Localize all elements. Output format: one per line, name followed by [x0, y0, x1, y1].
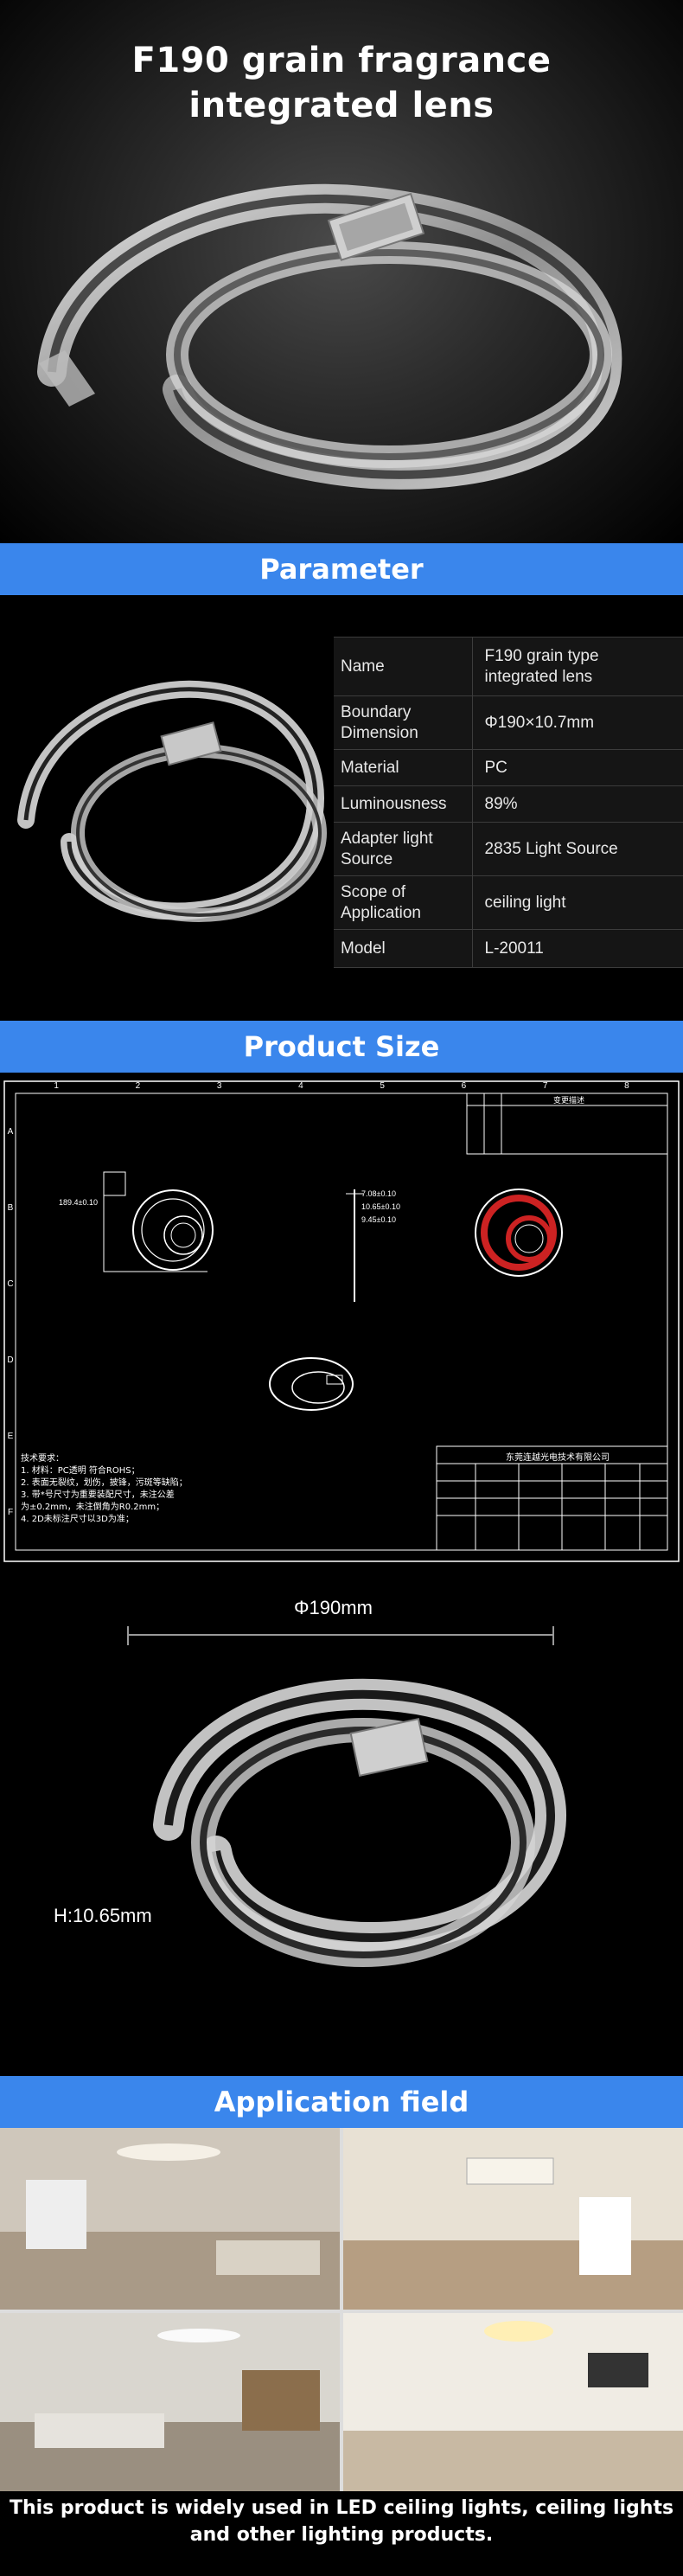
ruler-letter: C: [7, 1278, 14, 1289]
hero-banner: F190 grain fragrance integrated lens: [0, 0, 683, 543]
lens-hero-image: [37, 183, 622, 490]
footer-line-1: This product is widely used in LED ceili…: [9, 2497, 674, 2519]
section-title-parameter: Parameter: [0, 543, 683, 595]
parameter-section: Name F190 grain type integrated lens Bou…: [0, 595, 683, 1021]
ruler-letter: D: [7, 1355, 14, 1365]
note-line: 2. 表面无裂纹，划伤，披锋，污斑等缺陷；: [21, 1478, 188, 1488]
ruler-number: 2: [135, 1081, 141, 1091]
dim-h3-label: 9.45±0.10: [361, 1215, 396, 1224]
ruler-number: 7: [542, 1081, 548, 1091]
param-value: Φ190×10.7mm: [472, 695, 683, 750]
diameter-label: Φ190mm: [294, 1597, 373, 1618]
param-value: ceiling light: [472, 875, 683, 930]
param-row-scope: Scope of Application ceiling light: [334, 875, 683, 930]
photo-living-room: [0, 2128, 340, 2310]
company-name: 东莞连越光电技术有限公司: [506, 1453, 610, 1463]
ruler-number: 1: [54, 1081, 59, 1091]
note-line: 4. 2D未标注尺寸以3D为准；: [21, 1515, 134, 1524]
application-photos: [0, 2128, 683, 2491]
product-page: { "hero": { "title_line1": "F190 grain f…: [0, 0, 683, 2576]
ruler-number: 6: [461, 1081, 467, 1091]
drawing-top-ruler: 1 2 3 4 5 6 7 8: [16, 1081, 667, 1093]
ruler-number: 3: [216, 1081, 222, 1091]
note-line: 为±0.2mm，未注倒角为R0.2mm；: [21, 1503, 165, 1512]
drawing-side-ruler: A B C D E F: [5, 1093, 16, 1550]
ruler-number: 5: [380, 1081, 385, 1091]
ruler-letter: F: [7, 1507, 14, 1517]
param-key: Model: [334, 929, 473, 968]
photo-bright-room: [343, 2313, 683, 2491]
dim-h1-label: 7.08±0.10: [361, 1189, 396, 1198]
section-title-product-size: Product Size: [0, 1021, 683, 1073]
param-value: F190 grain type integrated lens: [472, 637, 683, 696]
note-line: 1. 材料：PC透明 符合ROHS；: [21, 1466, 140, 1476]
param-row-dimension: Boundary Dimension Φ190×10.7mm: [334, 695, 683, 750]
param-key: Boundary Dimension: [334, 695, 473, 750]
param-row-name: Name F190 grain type integrated lens: [334, 637, 683, 696]
param-key: Adapter light Source: [334, 822, 473, 876]
footer-description: This product is widely used in LED ceili…: [0, 2495, 683, 2548]
param-value: L-20011: [472, 929, 683, 968]
photo-modern-living: [0, 2313, 340, 2491]
height-label: H:10.65mm: [54, 1905, 152, 1926]
param-value: 2835 Light Source: [472, 822, 683, 876]
engineering-drawing: 1 2 3 4 5 6 7 8 A B C D E F 变更描述 189.4±0…: [0, 1073, 683, 1566]
ruler-letter: E: [7, 1431, 14, 1441]
param-key: Luminousness: [334, 785, 473, 823]
dim-h2-label: 10.65±0.10: [361, 1202, 400, 1211]
application-gallery: [0, 2128, 683, 2491]
param-value: 89%: [472, 785, 683, 823]
param-row-luminousness: Luminousness 89%: [334, 785, 683, 823]
param-row-material: Material PC: [334, 749, 683, 786]
technical-notes: 技术要求： 1. 材料：PC透明 符合ROHS； 2. 表面无裂纹，划伤，披锋，…: [21, 1453, 188, 1526]
param-value: PC: [472, 749, 683, 786]
param-key: Scope of Application: [334, 875, 473, 930]
note-line: 3. 带*号尺寸为重要装配尺寸，未注公差: [21, 1490, 175, 1500]
ruler-letter: A: [7, 1126, 14, 1137]
dimension-photo: Φ190mm H:10.65mm: [0, 1566, 683, 2076]
param-key: Material: [334, 749, 473, 786]
photo-ceiling: [343, 2128, 683, 2310]
lens-dimension-image: [127, 1626, 566, 1967]
ruler-letter: B: [7, 1202, 14, 1213]
param-key: Name: [334, 637, 473, 696]
footer-line-2: and other lighting products.: [189, 2524, 494, 2546]
note-line: 技术要求：: [21, 1454, 64, 1464]
lens-side-image: [17, 680, 327, 922]
param-row-light-source: Adapter light Source 2835 Light Source: [334, 822, 683, 876]
dim-diameter-label: 189.4±0.10: [59, 1198, 98, 1207]
ruler-number: 8: [624, 1081, 629, 1091]
param-row-model: Model L-20011: [334, 929, 683, 968]
ruler-number: 4: [298, 1081, 303, 1091]
parameter-table: Name F190 grain type integrated lens Bou…: [334, 637, 683, 968]
section-title-application: Application field: [0, 2076, 683, 2128]
revision-header: 变更描述: [553, 1096, 585, 1105]
